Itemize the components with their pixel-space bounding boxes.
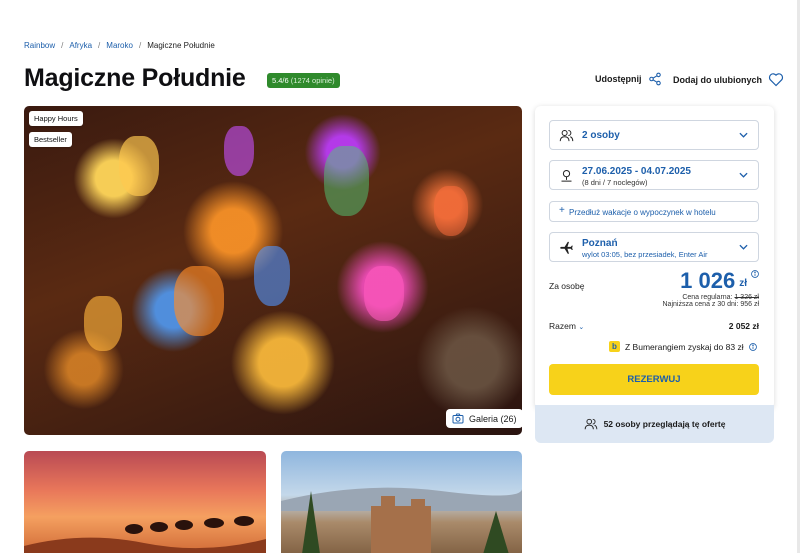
bumerang-icon: b xyxy=(609,341,620,352)
departure-details: wylot 03:05, bez przesiadek, Enter Air xyxy=(582,250,708,259)
camels-silhouette xyxy=(24,516,266,553)
lowest-price: Najniższa cena z 30 dni: 956 zł xyxy=(662,301,760,308)
total-toggle[interactable]: Razem ⌄ xyxy=(549,321,584,331)
breadcrumb-item-maroko[interactable]: Maroko xyxy=(106,41,133,50)
departure-select[interactable]: Poznań wylot 03:05, bez przesiadek, Ente… xyxy=(549,232,759,262)
reserve-button[interactable]: REZERWUJ xyxy=(549,364,759,395)
thumbnail-kasbah[interactable] xyxy=(281,451,522,553)
chevron-down-icon: ⌄ xyxy=(578,324,585,331)
users-icon xyxy=(559,130,574,142)
badge-happy-hours: Happy Hours xyxy=(29,111,83,126)
bumerang-label: Z Bumerangiem zyskaj do 83 zł xyxy=(625,341,744,352)
page-title: Magiczne Południe xyxy=(24,64,246,92)
extend-label: Przedłuż wakacje o wypoczynek w hotelu xyxy=(569,208,716,217)
dates-sub: (8 dni / 7 noclegów) xyxy=(582,178,648,187)
rating-score: 5.4/6 xyxy=(272,76,289,85)
total-row: Razem ⌄ 2 052 zł xyxy=(549,321,759,331)
price-row: Za osobę 1 026 zł Cena regularna: 1 326 … xyxy=(549,268,759,308)
info-icon[interactable] xyxy=(748,342,757,351)
price-value: 1 026 xyxy=(680,268,736,293)
dates-value: 27.06.2025 - 04.07.2025 xyxy=(582,166,691,177)
regular-price: Cena regularna: 1 326 zł xyxy=(663,294,759,301)
camera-icon xyxy=(452,413,464,424)
kasbah-silhouette xyxy=(281,487,522,553)
heart-icon xyxy=(768,73,784,87)
chevron-down-icon xyxy=(739,172,748,178)
bumerang-info: b Z Bumerangiem zyskaj do 83 zł xyxy=(609,341,757,352)
price-block: 1 026 zł Cena regularna: 1 326 zł Najniż… xyxy=(663,268,760,308)
departure-city: Poznań xyxy=(582,238,618,249)
breadcrumb-separator: / xyxy=(98,41,101,50)
gallery-label: Galeria (26) xyxy=(469,413,517,424)
share-label: Udostępnij xyxy=(595,74,642,84)
breadcrumb-separator: / xyxy=(61,41,64,50)
favorite-label: Dodaj do ulubionych xyxy=(673,74,762,85)
hero-image[interactable] xyxy=(24,106,522,435)
plus-icon: + xyxy=(559,205,565,216)
chevron-down-icon xyxy=(739,132,748,138)
regular-price-label: Cena regularna: xyxy=(682,294,733,301)
dates-select[interactable]: 27.06.2025 - 04.07.2025 (8 dni / 7 nocle… xyxy=(549,160,759,190)
total-value: 2 052 zł xyxy=(728,321,759,331)
plane-icon xyxy=(560,241,573,254)
rating-badge[interactable]: 5.4/6 (1274 opinie) xyxy=(267,73,340,88)
gallery-button[interactable]: Galeria (26) xyxy=(446,409,523,428)
share-icon xyxy=(648,72,661,86)
per-person-label: Za osobę xyxy=(549,281,585,291)
breadcrumb-separator: / xyxy=(138,41,142,50)
share-button[interactable]: Udostępnij xyxy=(595,72,662,86)
total-label: Razem xyxy=(549,321,576,331)
breadcrumb-item-rainbow[interactable]: Rainbow xyxy=(24,41,55,50)
rating-count: (1274 opinie) xyxy=(290,76,335,85)
info-icon[interactable] xyxy=(751,270,759,278)
regular-price-value: 1 326 zł xyxy=(734,294,759,301)
breadcrumb: Rainbow / Afryka / Maroko / Magiczne Poł… xyxy=(24,41,215,50)
viewers-bar: 52 osoby przeglądają tę ofertę xyxy=(535,405,774,443)
calendar-pin-icon xyxy=(561,170,572,182)
favorite-button[interactable]: Dodaj do ulubionych xyxy=(673,72,784,87)
users-icon xyxy=(584,418,597,430)
chevron-down-icon xyxy=(739,244,748,250)
persons-select[interactable]: 2 osoby xyxy=(549,120,759,150)
thumbnail-desert-camels[interactable] xyxy=(24,451,266,553)
extend-stay-button[interactable]: + Przedłuż wakacje o wypoczynek w hotelu xyxy=(549,201,759,222)
persons-value: 2 osoby xyxy=(582,130,620,141)
price-currency: zł xyxy=(739,278,747,289)
breadcrumb-current: Magiczne Południe xyxy=(147,41,215,50)
viewers-label: 52 osoby przeglądają tę ofertę xyxy=(603,419,726,429)
breadcrumb-item-afryka[interactable]: Afryka xyxy=(69,41,92,50)
badge-bestseller: Bestseller xyxy=(29,132,72,147)
